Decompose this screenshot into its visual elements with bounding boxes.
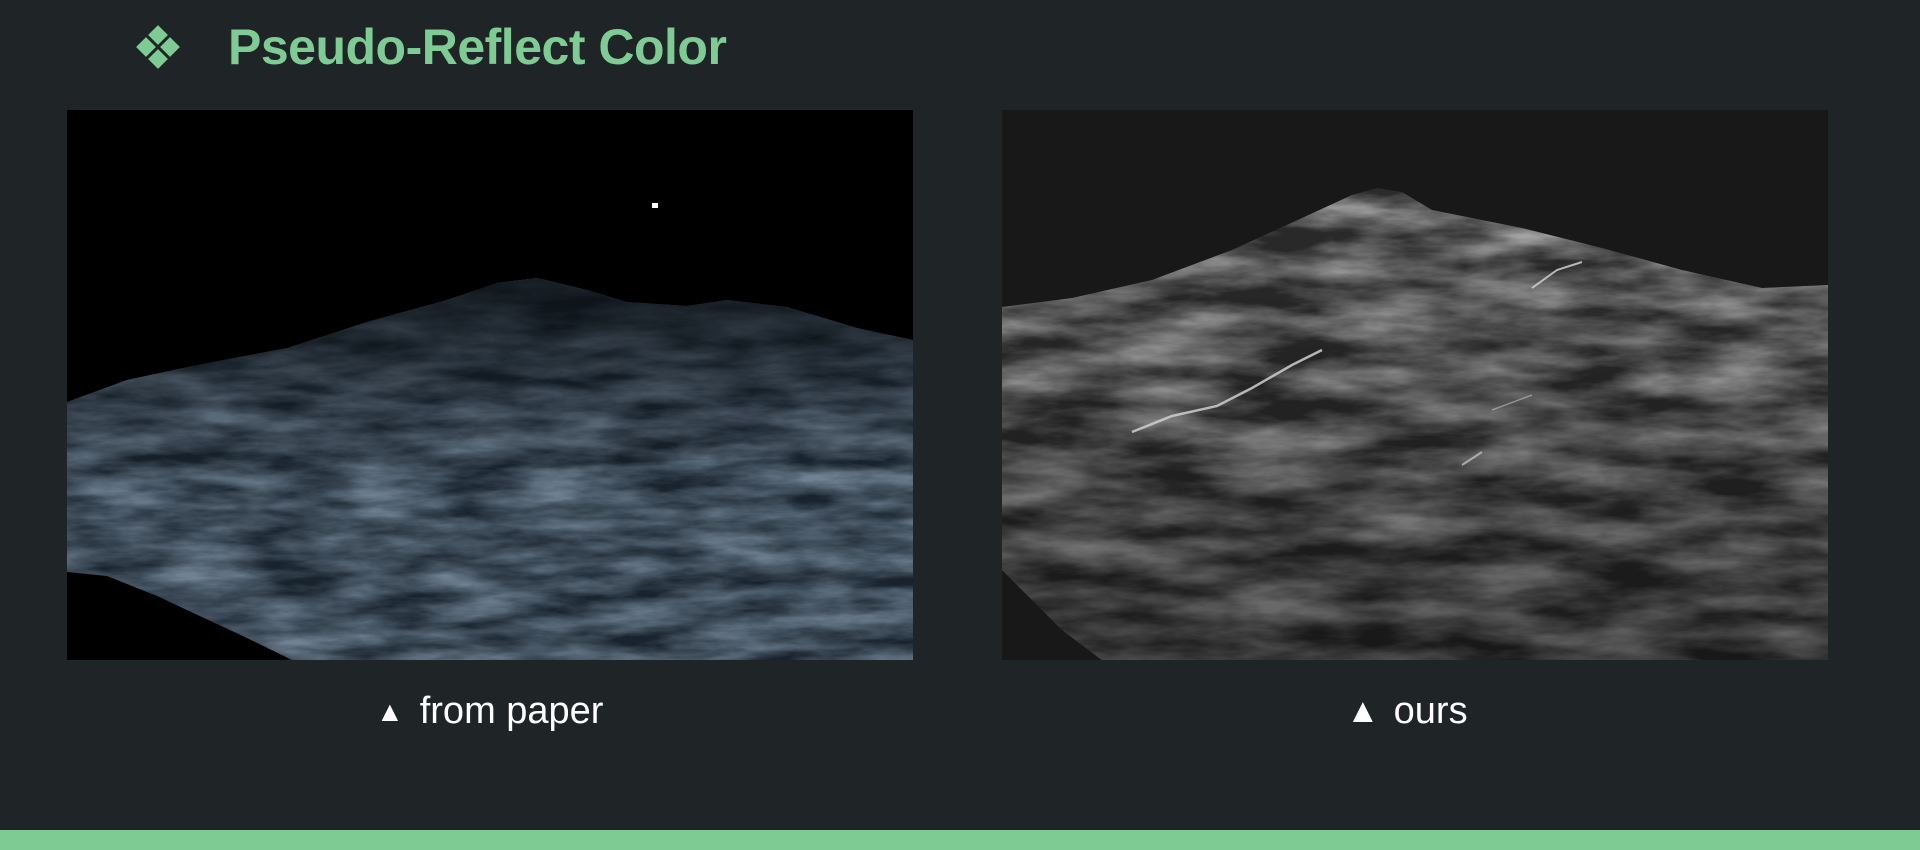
footer-accent-bar — [0, 830, 1920, 850]
ocean-render-ours-image — [1002, 110, 1828, 660]
caption-label: from paper — [419, 690, 604, 732]
triangle-up-icon: ▲ — [1346, 692, 1380, 730]
caption-ours: ▲ ours — [1346, 690, 1468, 733]
slide-header: Pseudo-Reflect Color — [136, 14, 727, 80]
diamond-cluster-icon — [136, 25, 180, 69]
page-title: Pseudo-Reflect Color — [228, 19, 727, 75]
triangle-up-icon: ▲ — [376, 695, 404, 727]
ocean-render-paper-image — [67, 110, 913, 660]
caption-from-paper: ▲ from paper — [376, 690, 603, 733]
caption-label: ours — [1393, 690, 1468, 732]
